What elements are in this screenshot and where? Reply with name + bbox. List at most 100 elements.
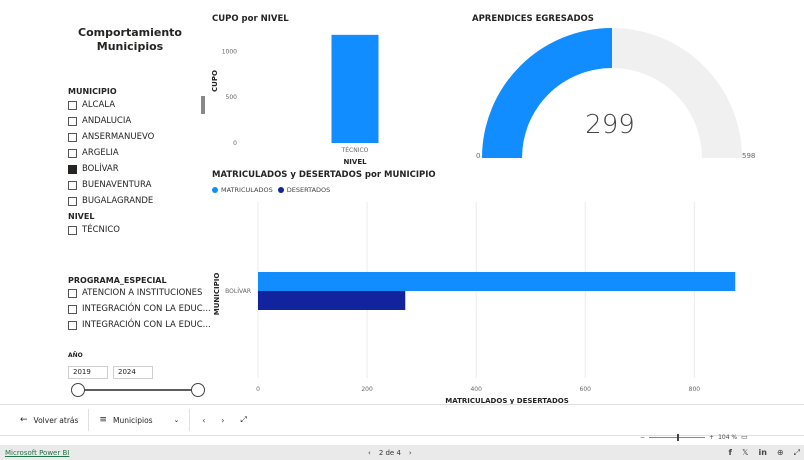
anio-slicer-label: AÑO (68, 352, 83, 359)
municipio-option[interactable]: ANSERMANUEVO (68, 129, 154, 145)
zoom-slider[interactable] (649, 433, 706, 441)
hbar-x-tick: 0 (256, 386, 260, 393)
legend-dot-matriculados (212, 187, 218, 193)
fullscreen-icon[interactable]: ⤢ (794, 448, 800, 458)
cupo-y-axis-title: CUPO (211, 70, 219, 92)
zoom-out-button[interactable]: − (640, 434, 645, 441)
checkbox[interactable] (68, 196, 77, 206)
checkbox[interactable] (68, 148, 77, 158)
municipio-option-label: ARGELIA (82, 148, 119, 158)
cupo-y-tick: 500 (226, 94, 238, 101)
municipio-option[interactable]: ALCALA (68, 97, 154, 113)
share-icon[interactable]: ⊕ (777, 448, 784, 457)
pager-prev-button[interactable]: ‹ (368, 449, 371, 457)
desertados-bar[interactable] (258, 291, 406, 310)
legend-label-matriculados: MATRICULADOS (221, 186, 273, 194)
pager-label: 2 de 4 (378, 448, 401, 457)
cupo-bar[interactable] (331, 34, 379, 144)
powerbi-link[interactable]: Microsoft Power BI (5, 449, 69, 457)
chevron-left-icon: ‹ (202, 415, 206, 425)
programa-option-label: INTEGRACIÓN CON LA EDUC... (82, 304, 211, 314)
municipio-option[interactable]: BUENAVENTURA (68, 177, 154, 193)
arrow-left-icon: ← (20, 415, 28, 425)
hbar-x-tick: 200 (361, 386, 373, 393)
zoom-control: − + 104 % ▭ (640, 433, 748, 441)
programa-option[interactable]: INTEGRACIÓN CON LA EDUC... (68, 301, 211, 317)
page-selector[interactable]: ≡ Municipios ⌄ (89, 405, 189, 435)
hbar-legend: MATRICULADOS DESERTADOS (212, 186, 330, 194)
powerbi-footer: Microsoft Power BI ‹ 2 de 4 › f 𝕏 in ⊕ ⤢ (0, 445, 804, 460)
chevron-right-icon: › (221, 415, 225, 425)
municipio-option[interactable]: BOLÍVAR (68, 161, 154, 177)
gauge-value: 299 (585, 110, 635, 140)
checkbox[interactable] (68, 304, 77, 314)
municipio-option-label: BOLÍVAR (82, 164, 119, 174)
list-icon: ≡ (99, 415, 107, 425)
hbar-y-tick: BOLÍVAR (225, 288, 251, 295)
year-from-input[interactable]: 2019 (68, 366, 108, 379)
hbar-x-tick: 800 (689, 386, 701, 393)
checkbox[interactable] (68, 225, 77, 235)
page-pager: ‹ 2 de 4 › (368, 449, 412, 457)
hbar-x-tick: 400 (470, 386, 482, 393)
checkbox[interactable] (68, 116, 77, 126)
programa-option-label: ATENCION A INSTITUCIONES (82, 288, 203, 298)
zoom-in-button[interactable]: + (709, 434, 714, 441)
cupo-x-tick: TÉCNICO (341, 146, 369, 154)
checkbox[interactable] (68, 164, 77, 174)
linkedin-icon[interactable]: in (758, 448, 766, 457)
nivel-option[interactable]: TÉCNICO (68, 222, 120, 238)
year-range-end-handle[interactable] (191, 383, 205, 397)
municipio-option[interactable]: ANDALUCIA (68, 113, 154, 129)
programa-option-label: INTEGRACIÓN CON LA EDUC... (82, 320, 211, 330)
fit-to-page-icon[interactable]: ▭ (741, 433, 748, 441)
fullscreen-button[interactable]: ⤢ (232, 405, 254, 435)
year-to-input[interactable]: 2024 (113, 366, 153, 379)
matriculados-bar[interactable] (258, 272, 736, 291)
cupo-y-tick: 1000 (222, 48, 237, 55)
expand-icon: ⤢ (240, 415, 247, 424)
gauge-chart (482, 28, 742, 158)
page-title: Comportamiento Municipios (78, 26, 182, 53)
cupo-y-tick: 0 (233, 140, 237, 147)
municipio-slicer-label: MUNICIPIO (68, 87, 117, 96)
previous-page-button[interactable]: ‹ (190, 405, 213, 435)
checkbox[interactable] (68, 132, 77, 142)
hbar-y-axis-title: MUNICIPIO (213, 273, 221, 316)
municipio-option[interactable]: ARGELIA (68, 145, 154, 161)
cupo-chart-title: CUPO por NIVEL (212, 14, 289, 24)
programa-slicer-label: PROGRAMA_ESPECIAL (68, 276, 167, 285)
municipio-option-label: ALCALA (82, 100, 116, 110)
zoom-slider-handle[interactable] (677, 433, 680, 441)
programa-option[interactable]: INTEGRACIÓN CON LA EDUC... (68, 317, 211, 333)
report-navigation-bar: ← Volver atrás ≡ Municipios ⌄ ‹ › ⤢ (0, 404, 804, 436)
municipio-option-label: ANDALUCIA (82, 116, 132, 126)
back-button[interactable]: ← Volver atrás (0, 405, 88, 435)
legend-dot-desertados (277, 187, 284, 193)
zoom-level: 104 % (718, 433, 738, 441)
hbar-chart: MUNICIPIO MATRICULADOS y DESERTADOS 0 200… (213, 202, 736, 405)
year-range-start-handle[interactable] (71, 383, 85, 397)
hbar-chart-title: MATRICULADOS y DESERTADOS por MUNICIPIO (212, 170, 436, 180)
municipio-option[interactable]: BUGALAGRANDE (68, 193, 154, 209)
nivel-slicer-label: NIVEL (68, 212, 95, 221)
next-page-button[interactable]: › (213, 405, 232, 435)
nivel-option-label: TÉCNICO (82, 225, 120, 235)
checkbox[interactable] (68, 288, 77, 298)
chevron-down-icon: ⌄ (173, 416, 180, 424)
checkbox[interactable] (68, 100, 77, 110)
municipio-slicer: ALCALA ANDALUCIA ANSERMANUEVO ARGELIA BOLÍVA… (68, 97, 154, 209)
gauge-min-label: 0 (476, 152, 481, 160)
twitter-icon[interactable]: 𝕏 (742, 448, 748, 457)
cupo-x-axis-title: NIVEL (343, 158, 367, 166)
pager-next-button[interactable]: › (409, 449, 412, 457)
programa-option[interactable]: ATENCION A INSTITUCIONES (68, 285, 211, 301)
year-range-track[interactable] (78, 389, 198, 391)
gauge-max-label: 598 (742, 152, 756, 160)
facebook-icon[interactable]: f (729, 448, 732, 457)
checkbox[interactable] (68, 180, 77, 190)
checkbox[interactable] (68, 320, 77, 330)
municipio-option-label: ANSERMANUEVO (82, 132, 155, 142)
hbar-x-tick: 600 (580, 386, 592, 393)
municipio-option-label: BUGALAGRANDE (82, 196, 154, 206)
